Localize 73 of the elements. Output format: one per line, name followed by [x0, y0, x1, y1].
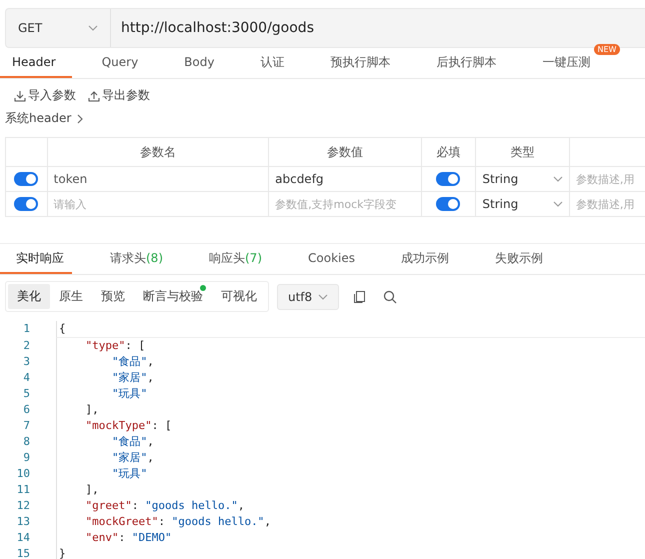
line-number: 9	[22, 450, 31, 466]
chevron-right-icon	[77, 114, 84, 124]
response-tab[interactable]: 请求头(8)	[94, 244, 171, 274]
line-number: 8	[22, 434, 31, 450]
line-number: 4	[22, 370, 31, 386]
copy-icon[interactable]	[353, 290, 368, 304]
line-number: 11	[16, 482, 31, 498]
import-button[interactable]: 导入参数	[14, 87, 76, 104]
upload-icon	[88, 90, 100, 102]
column-header: 参数名	[47, 138, 269, 166]
request-tab[interactable]: 认证	[248, 48, 300, 78]
response-tab[interactable]: Cookies	[292, 244, 363, 274]
code-line: "家居",	[56, 450, 645, 466]
code-line: "玩具"	[56, 466, 645, 482]
code-line: ],	[56, 402, 645, 418]
chevron-down-icon	[552, 201, 563, 207]
code-line: "玩具"	[56, 386, 645, 402]
line-number: 2	[22, 338, 31, 354]
code-line: ],	[56, 482, 645, 498]
code-line: {	[56, 321, 645, 338]
method-dropdown[interactable]: GET	[6, 9, 111, 47]
response-tab[interactable]: 实时响应	[0, 244, 72, 274]
line-number: 14	[16, 530, 31, 546]
line-number: 13	[16, 514, 31, 530]
line-number: 10	[16, 466, 31, 482]
code-line: "greet": "goods hello.",	[56, 498, 645, 514]
view-mode-button[interactable]: 美化	[8, 284, 50, 309]
view-mode-button[interactable]: 可视化	[212, 284, 266, 309]
required-toggle[interactable]	[436, 197, 460, 211]
enable-toggle[interactable]	[14, 197, 38, 211]
new-badge: NEW	[594, 44, 620, 55]
chevron-down-icon	[552, 176, 563, 182]
enable-toggle[interactable]	[14, 172, 38, 186]
column-header: 必填	[421, 138, 476, 166]
code-line: "env": "DEMO"	[56, 530, 645, 546]
request-tab[interactable]: 预执行脚本	[318, 48, 406, 78]
search-icon[interactable]	[383, 290, 398, 304]
code-line: "家居",	[56, 370, 645, 386]
export-button[interactable]: 导出参数	[88, 87, 150, 104]
param-name-cell[interactable]: token	[47, 166, 269, 192]
line-number: 6	[22, 402, 31, 418]
code-line: "type": [	[56, 338, 645, 354]
line-number: 3	[22, 354, 31, 370]
chevron-down-icon	[88, 25, 98, 31]
column-header: 参数值	[268, 138, 422, 166]
code-line: "mockType": [	[56, 418, 645, 434]
chevron-down-icon	[318, 294, 328, 300]
line-number: 1	[22, 321, 31, 337]
view-mode-button[interactable]: 预览	[92, 284, 134, 309]
column-header: 类型	[476, 138, 570, 166]
request-tab[interactable]: Query	[90, 48, 154, 78]
response-tab[interactable]: 失败示例	[478, 244, 551, 274]
line-number: 15	[16, 546, 31, 559]
response-tab[interactable]: 响应头(7)	[193, 244, 270, 274]
line-number: 5	[22, 386, 31, 402]
request-tab[interactable]: Body	[172, 48, 230, 78]
request-tab[interactable]: Header	[0, 48, 72, 78]
request-tab[interactable]: 后执行脚本	[424, 48, 512, 78]
url-field[interactable]: http://localhost:3000/goods	[111, 20, 314, 36]
required-toggle[interactable]	[436, 172, 460, 186]
response-tab[interactable]: 成功示例	[384, 244, 457, 274]
code-line: "食品",	[56, 434, 645, 450]
line-number: 7	[22, 418, 31, 434]
view-mode-button[interactable]: 断言与校验	[134, 284, 212, 309]
code-line: }	[56, 546, 645, 559]
line-number: 12	[16, 498, 31, 514]
code-line: "食品",	[56, 354, 645, 370]
encoding-dropdown[interactable]: utf8	[277, 284, 340, 310]
download-icon	[14, 90, 26, 102]
param-value-cell[interactable]: abcdefg	[268, 166, 422, 192]
system-header-toggle[interactable]: 系统header	[5, 110, 84, 127]
code-line: "mockGreet": "goods hello.",	[56, 514, 645, 530]
view-mode-button[interactable]: 原生	[50, 284, 92, 309]
